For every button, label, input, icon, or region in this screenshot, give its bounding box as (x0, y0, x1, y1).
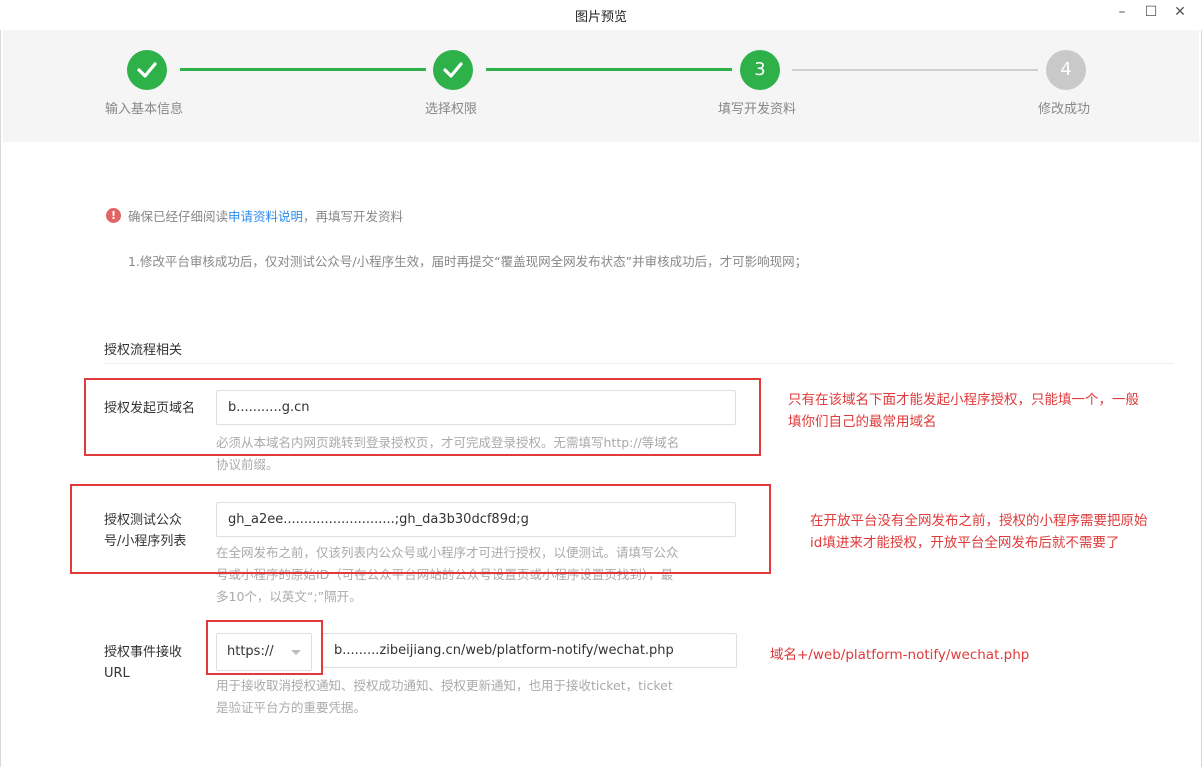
step-connector-3 (792, 69, 1038, 71)
annotation-test-accounts-line-1: 在开放平台没有全网发布之前，授权的小程序需要把原始 (810, 513, 1148, 529)
event-url-help-line-1: 用于接收取消授权通知、授权成功通知、授权更新通知，也用于接收ticket，tic… (216, 678, 673, 693)
step-4-number: 4 (1046, 50, 1086, 90)
step-1-check-icon (127, 50, 167, 90)
read-notice: ! 确保已经仔细阅读 申请资料说明 ，再填写开发资料 (106, 206, 403, 225)
maximize-icon[interactable]: ☐ (1141, 2, 1161, 22)
alert-icon: ! (106, 208, 121, 223)
window-title: 图片预览 (574, 10, 627, 25)
minimize-icon[interactable]: – (1112, 2, 1132, 22)
annotation-test-accounts-line-2: id填进来才能授权，开放平台全网发布后就不需要了 (810, 535, 1120, 551)
step-4-label: 修改成功 (1038, 102, 1091, 117)
event-url-label-line-2: URL (104, 666, 130, 681)
window-border-left (0, 30, 1, 767)
window-titlebar: 图片预览 – ☐ ✕ (0, 0, 1202, 30)
section-divider (104, 363, 1174, 364)
step-3-label: 填写开发资料 (718, 102, 797, 117)
domain-help-line-2: 协议前缀。 (216, 457, 279, 472)
close-icon[interactable]: ✕ (1170, 2, 1190, 22)
step-3-number: 3 (740, 50, 780, 90)
event-url-label: 授权事件接收 URL (104, 642, 182, 684)
annotation-box-protocol (206, 620, 323, 675)
step-connector-2 (486, 68, 732, 71)
step-1-label: 输入基本信息 (105, 102, 184, 117)
event-url-help-line-2: 是验证平台方的重要凭据。 (216, 700, 367, 715)
notice-line-1: 1.修改平台审核成功后，仅对测试公众号/小程序生效，届时再提交“覆盖现网全网发布… (128, 254, 808, 269)
annotation-box-domain (84, 378, 761, 456)
annotation-domain: 只有在该域名下面才能发起小程序授权，只能填一个，一般 填你们自己的最常用域名 (788, 389, 1139, 433)
annotation-domain-line-2: 填你们自己的最常用域名 (788, 414, 937, 430)
step-connector-1 (180, 68, 426, 71)
step-2-check-icon (433, 50, 473, 90)
annotation-box-test-accounts (70, 484, 771, 574)
annotation-domain-line-1: 只有在该域名下面才能发起小程序授权，只能填一个，一般 (788, 392, 1139, 408)
test-accounts-help-line-3: 多10个，以英文“;”隔开。 (216, 589, 362, 604)
event-url-help: 用于接收取消授权通知、授权成功通知、授权更新通知，也用于接收ticket，tic… (216, 675, 673, 719)
event-url-label-line-1: 授权事件接收 (104, 645, 183, 660)
progress-stepper: 3 4 输入基本信息 选择权限 填写开发资料 修改成功 (3, 30, 1199, 142)
notice-suffix: ，再填写开发资料 (303, 209, 404, 224)
notice-prefix: 确保已经仔细阅读 (128, 209, 229, 224)
event-url-input[interactable]: b.........zibeijiang.cn/web/platform-not… (322, 633, 737, 668)
annotation-event-url: 域名+/web/platform-notify/wechat.php (770, 647, 1030, 663)
guide-link[interactable]: 申请资料说明 (228, 206, 303, 225)
annotation-test-accounts: 在开放平台没有全网发布之前，授权的小程序需要把原始 id填进来才能授权，开放平台… (810, 510, 1148, 554)
section-title: 授权流程相关 (104, 343, 183, 358)
step-2-label: 选择权限 (425, 102, 478, 117)
